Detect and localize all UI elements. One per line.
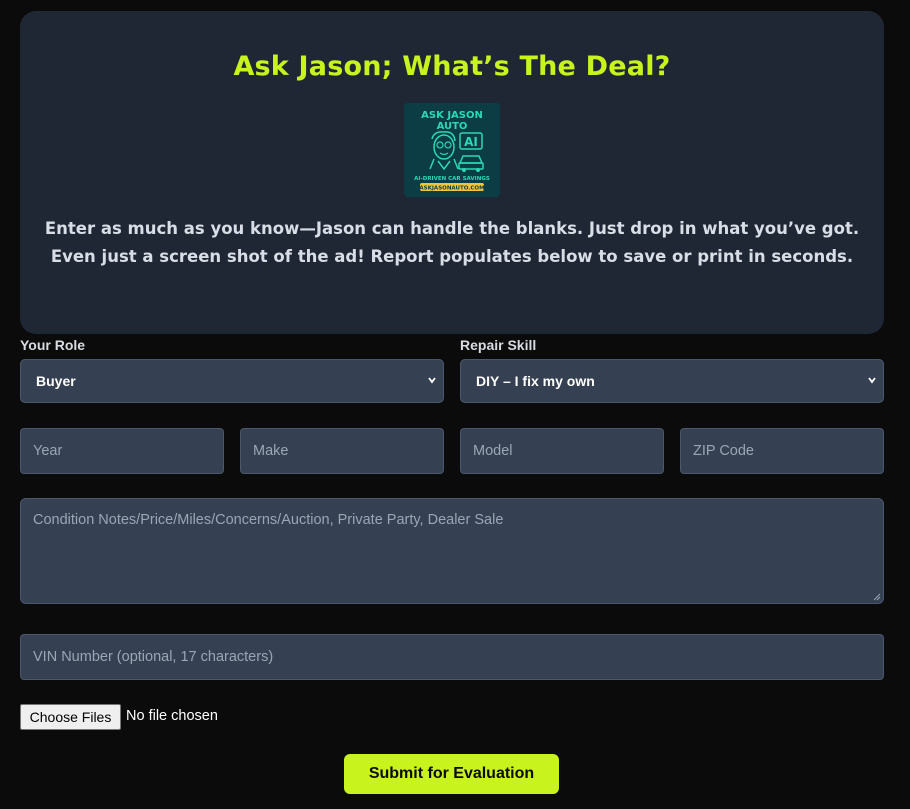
logo-ai-badge: AI (464, 135, 478, 149)
zip-code-input[interactable]: ZIP Code (680, 428, 884, 474)
model-input[interactable]: Model (460, 428, 664, 474)
role-label: Your Role (20, 337, 86, 353)
file-status-text: No file chosen (126, 708, 218, 724)
repair-skill-label: Repair Skill (460, 337, 537, 353)
make-input[interactable]: Make (240, 428, 444, 474)
condition-notes-textarea[interactable]: Condition Notes/Price/Miles/Concerns/Auc… (20, 498, 884, 604)
evaluation-page: Ask Jason; What’s The Deal? ASK JASON AU… (0, 0, 910, 809)
ask-jason-auto-logo: ASK JASON AUTO AI AI-DRIVEN CAR SAVINGS (404, 103, 500, 197)
chevron-down-icon (428, 377, 436, 384)
repair-skill-select[interactable]: DIY – I fix my own (460, 359, 884, 403)
hero-card: Ask Jason; What’s The Deal? ASK JASON AU… (20, 11, 884, 334)
hero-description-line1: Enter as much as you know—Jason can hand… (44, 219, 860, 238)
hero-description: Enter as much as you know—Jason can hand… (40, 215, 864, 271)
logo-tagline: AI-DRIVEN CAR SAVINGS (414, 176, 490, 182)
condition-notes-placeholder: Condition Notes/Price/Miles/Concerns/Auc… (33, 512, 504, 528)
logo-url: ASKJASONAUTO.COM (419, 186, 484, 192)
choose-files-button[interactable]: Choose Files (20, 704, 121, 730)
page-title: Ask Jason; What’s The Deal? (233, 51, 671, 82)
resize-handle-icon[interactable] (873, 593, 881, 601)
year-input[interactable]: Year (20, 428, 224, 474)
chevron-down-icon (868, 377, 876, 384)
logo-line2: AUTO (437, 121, 468, 132)
submit-button[interactable]: Submit for Evaluation (344, 754, 559, 794)
hero-description-line2: Even just a screen shot of the ad! Repor… (50, 247, 854, 266)
role-select[interactable]: Buyer (20, 359, 444, 403)
role-select-value: Buyer (36, 373, 76, 389)
logo-line1: ASK JASON (421, 110, 483, 121)
repair-skill-select-value: DIY – I fix my own (476, 373, 595, 389)
vin-input[interactable]: VIN Number (optional, 17 characters) (20, 634, 884, 680)
